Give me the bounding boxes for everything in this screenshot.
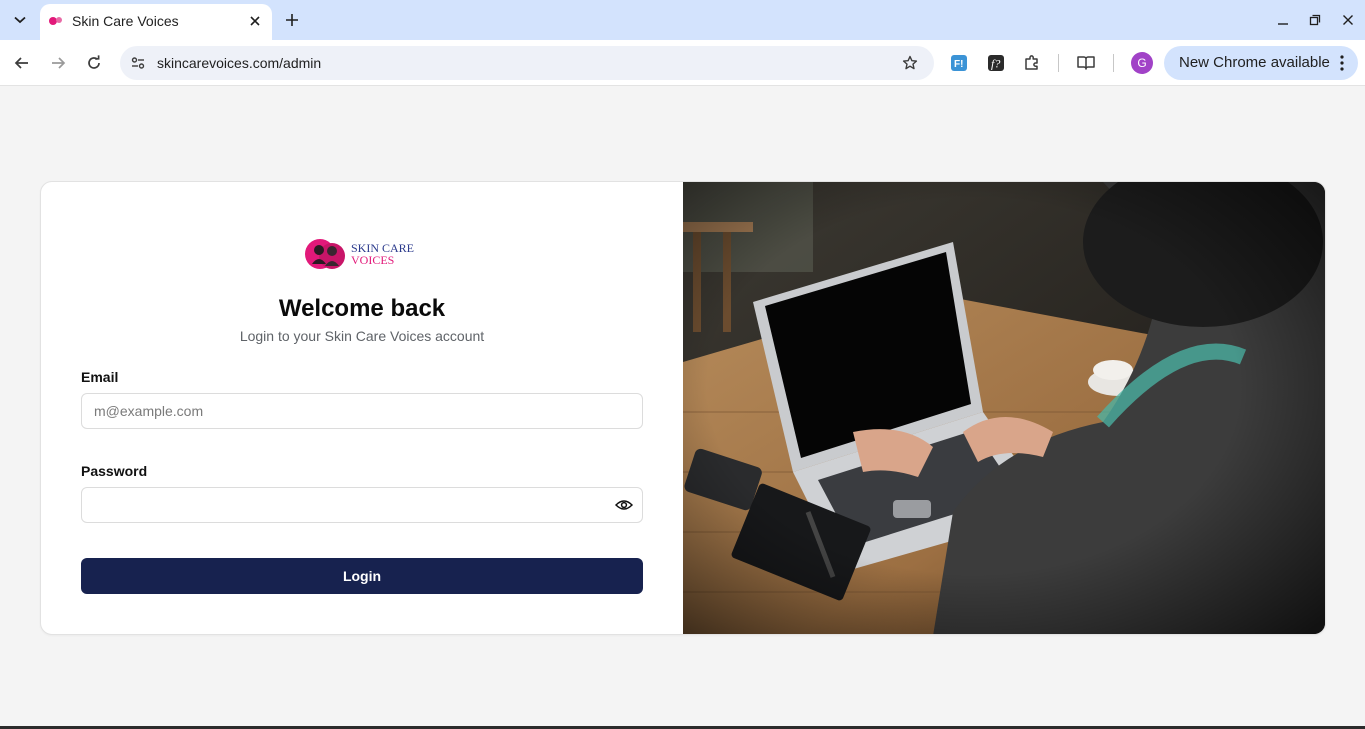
password-label: Password <box>81 463 148 479</box>
update-label: New Chrome available <box>1179 54 1330 71</box>
login-button[interactable]: Login <box>81 558 643 594</box>
browser-tab-bar: Skin Care Voices <box>0 0 1365 40</box>
toolbar-divider <box>1113 54 1114 72</box>
formula-icon[interactable]: f? <box>985 52 1007 74</box>
reading-list-icon[interactable] <box>1075 52 1097 74</box>
bookmark-star-icon[interactable] <box>900 53 920 73</box>
puzzle-extensions-icon[interactable] <box>1021 52 1043 74</box>
tab-title: Skin Care Voices <box>72 13 179 29</box>
new-chrome-available-button[interactable]: New Chrome available <box>1164 46 1358 80</box>
email-field[interactable] <box>81 393 643 429</box>
toolbar-divider <box>1058 54 1059 72</box>
login-form: SKIN CARE VOICES Welcome back Login to y… <box>41 182 683 634</box>
password-field[interactable] <box>81 487 643 523</box>
browser-tab[interactable]: Skin Care Voices <box>40 4 272 40</box>
page-title: Welcome back <box>278 295 446 322</box>
url-text: skincarevoices.com/admin <box>157 55 322 71</box>
show-password-eye-icon[interactable] <box>614 495 634 515</box>
back-arrow-icon[interactable] <box>10 51 34 75</box>
email-label: Email <box>81 369 119 385</box>
tab-close-icon[interactable] <box>246 12 264 30</box>
skin-care-voices-favicon-icon <box>49 17 62 25</box>
reload-icon[interactable] <box>82 51 106 75</box>
kebab-menu-icon[interactable] <box>1334 53 1350 73</box>
address-bar[interactable]: skincarevoices.com/admin <box>120 46 934 80</box>
login-card: SKIN CARE VOICES Welcome back Login to y… <box>40 181 1326 635</box>
feedly-icon[interactable]: F! <box>948 52 970 74</box>
page-subtitle: Login to your Skin Care Voices account <box>239 328 485 344</box>
restore-icon[interactable] <box>1305 10 1325 30</box>
svg-text:VOICES: VOICES <box>351 253 394 267</box>
svg-text:F!: F! <box>954 59 963 70</box>
close-window-icon[interactable] <box>1338 10 1358 30</box>
site-settings-icon[interactable] <box>128 53 148 73</box>
forward-arrow-icon[interactable] <box>46 51 70 75</box>
new-tab-plus-icon[interactable] <box>282 10 302 30</box>
hero-photo <box>683 182 1325 634</box>
svg-text:f?: f? <box>991 57 1000 71</box>
browser-toolbar: skincarevoices.com/admin F! f? G New Chr… <box>0 40 1365 86</box>
profile-avatar[interactable]: G <box>1131 52 1153 74</box>
tab-search-chevron-icon[interactable] <box>8 8 32 32</box>
minimize-icon[interactable] <box>1273 10 1293 30</box>
skin-care-voices-logo: SKIN CARE VOICES <box>305 239 414 269</box>
